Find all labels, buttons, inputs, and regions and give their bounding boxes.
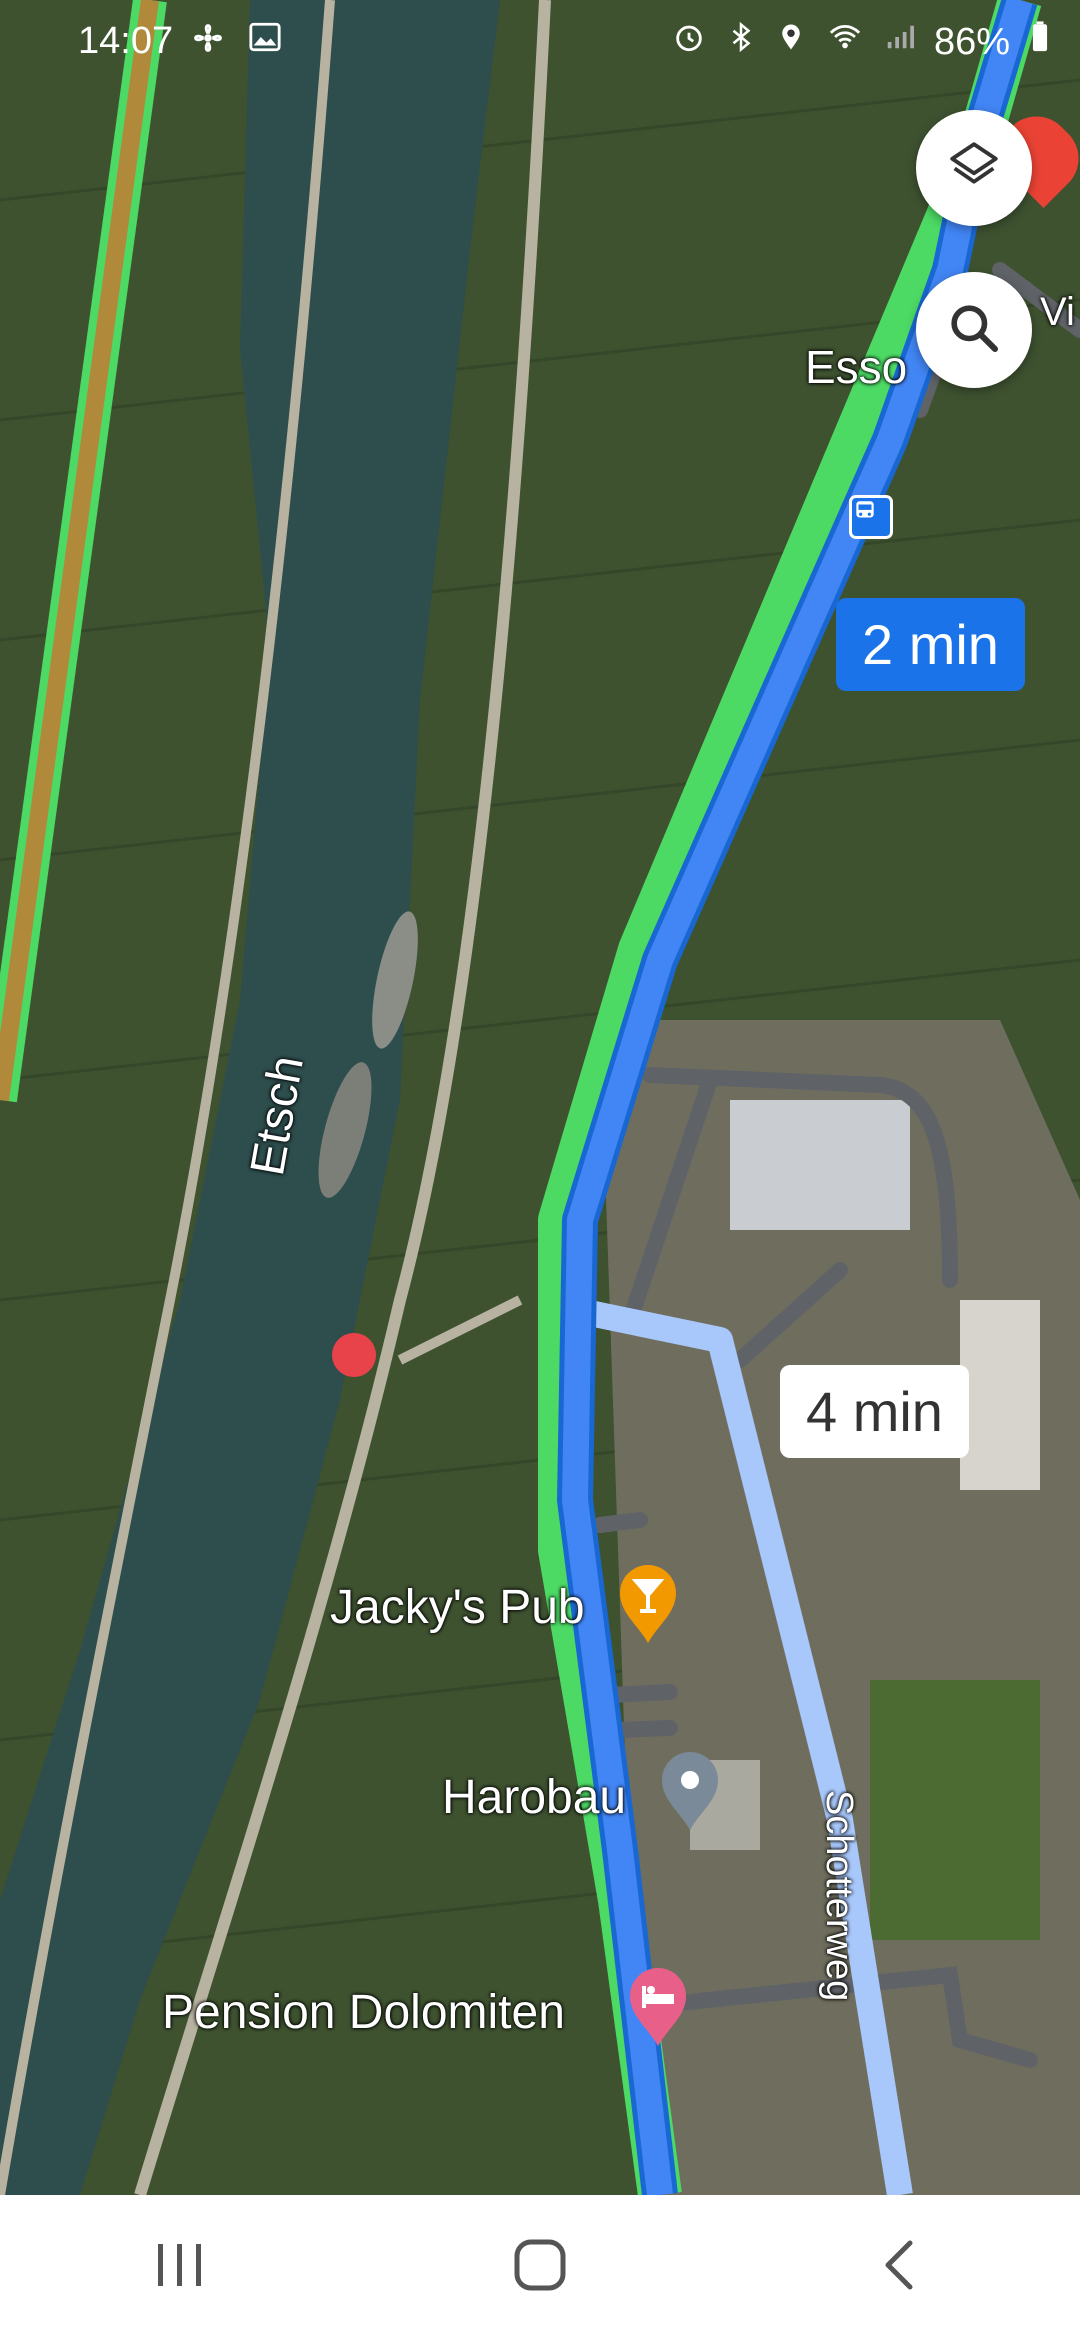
signal-icon bbox=[884, 20, 914, 64]
pension-dolomiten-label[interactable]: Pension Dolomiten bbox=[162, 1985, 565, 2040]
image-icon bbox=[248, 20, 282, 66]
alarm-icon bbox=[672, 20, 706, 64]
status-bar: 14:07 86% bbox=[0, 0, 1080, 84]
home-button[interactable] bbox=[460, 2208, 620, 2328]
system-nav-bar bbox=[0, 2195, 1080, 2340]
wifi-icon bbox=[826, 20, 864, 64]
layers-button[interactable] bbox=[916, 110, 1032, 226]
recent-apps-button[interactable] bbox=[100, 2208, 260, 2328]
fan-icon bbox=[190, 20, 226, 66]
alternative-route-time-badge[interactable]: 4 min bbox=[780, 1365, 969, 1458]
layers-icon bbox=[945, 137, 1003, 200]
battery-icon bbox=[1030, 20, 1050, 64]
search-icon bbox=[946, 300, 1002, 361]
bluetooth-icon bbox=[726, 20, 756, 64]
back-button[interactable] bbox=[820, 2208, 980, 2328]
harobau-label[interactable]: Harobau bbox=[442, 1770, 626, 1825]
jackys-pub-label[interactable]: Jacky's Pub bbox=[330, 1580, 585, 1635]
status-time: 14:07 bbox=[78, 20, 174, 62]
battery-text: 86% bbox=[933, 20, 1010, 63]
recent-apps-icon bbox=[155, 2242, 205, 2293]
search-button[interactable] bbox=[916, 272, 1032, 388]
back-icon bbox=[880, 2239, 920, 2296]
schotterweg-label: Schotterweg bbox=[818, 1790, 860, 2002]
home-icon bbox=[513, 2238, 567, 2297]
street-label-right: Vi bbox=[1040, 290, 1075, 334]
primary-route-time-badge[interactable]: 2 min bbox=[836, 598, 1025, 691]
bus-stop-icon[interactable] bbox=[849, 495, 893, 539]
esso-label[interactable]: Esso bbox=[805, 340, 907, 394]
location-icon bbox=[776, 20, 806, 64]
